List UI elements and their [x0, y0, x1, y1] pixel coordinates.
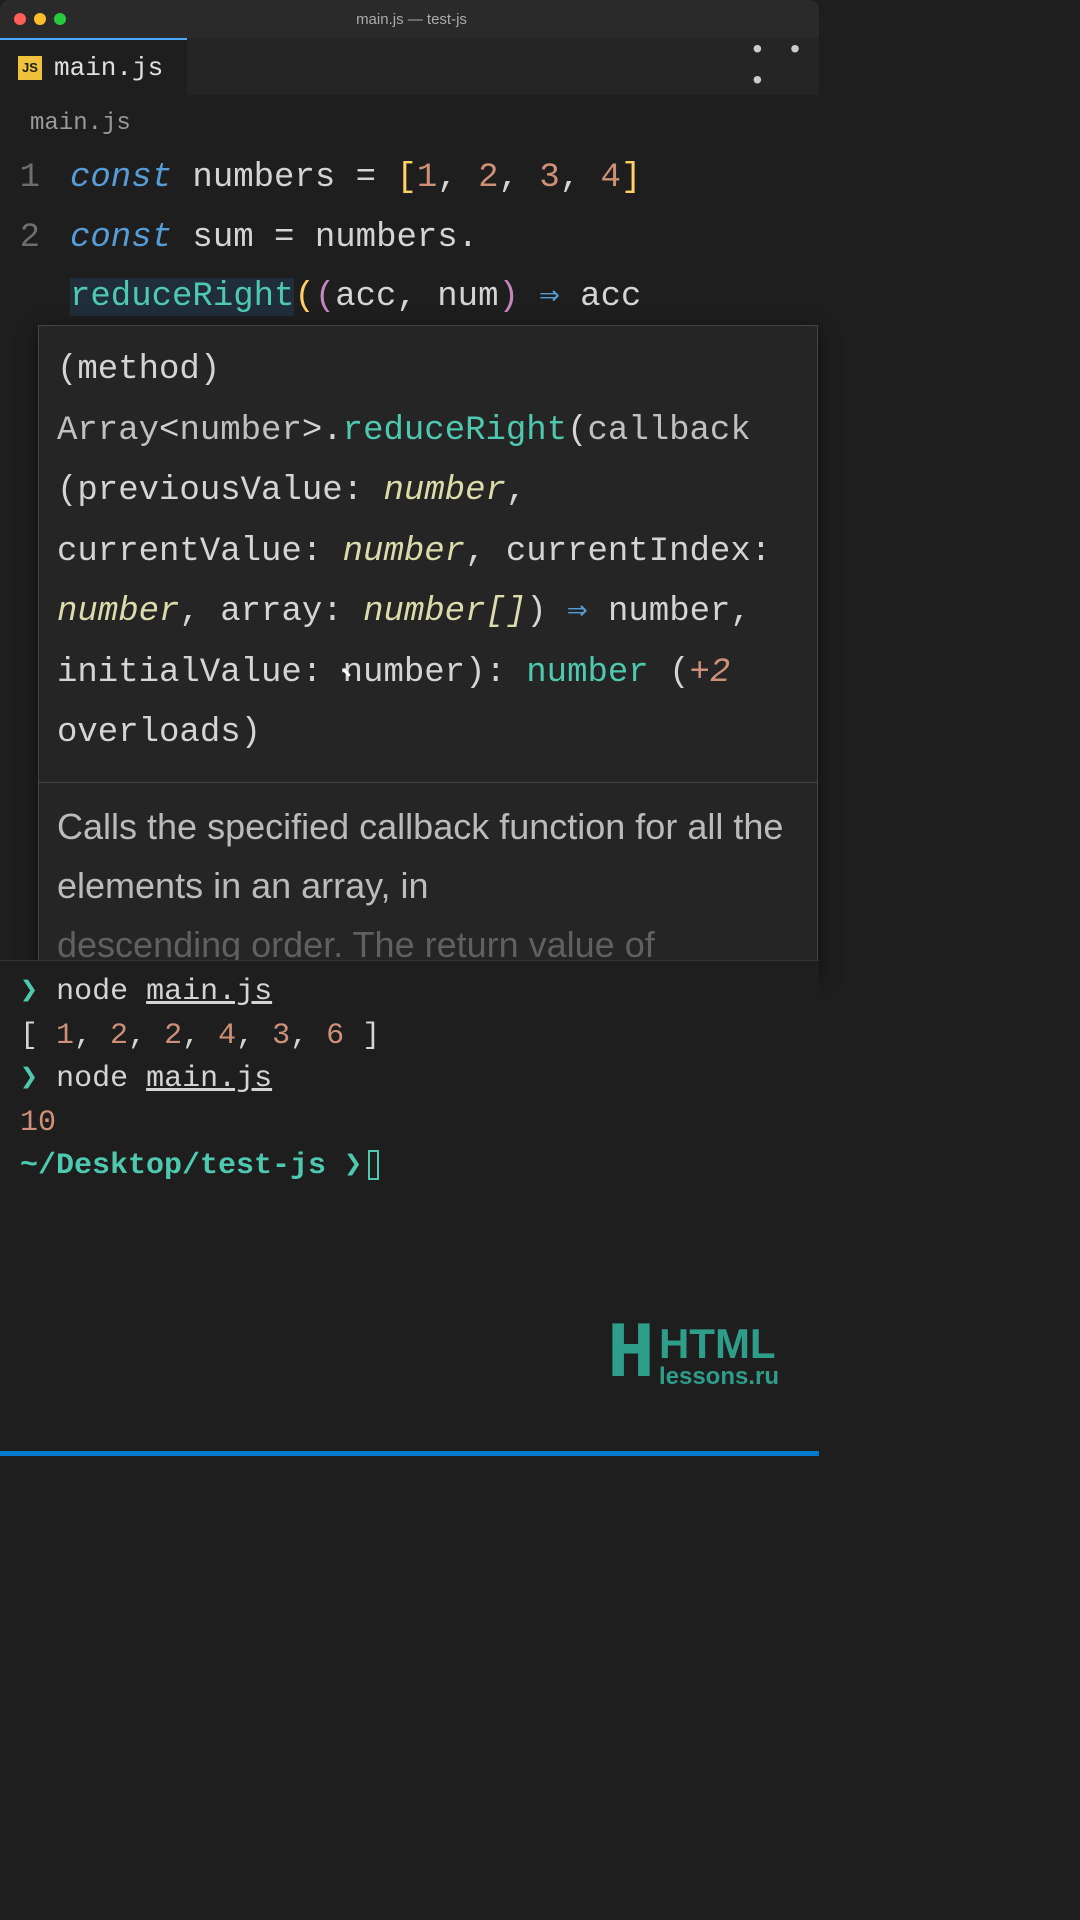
code-token: (	[315, 278, 335, 316]
signature-token: +2	[690, 654, 731, 692]
hover-signature: (method) Array<number>.reduceRight(callb…	[39, 326, 817, 782]
line-number: 1	[0, 149, 70, 209]
window-title: main.js — test-js	[66, 11, 757, 28]
code-token	[519, 278, 539, 316]
code-token: = numbers.	[274, 219, 478, 257]
code-line[interactable]: 1const numbers = [1, 2, 3, 4]	[0, 149, 819, 209]
signature-token: (method)	[57, 351, 220, 389]
code-content[interactable]: const numbers = [1, 2, 3, 4]	[70, 149, 819, 209]
terminal-output: [ 1, 2, 2, 4, 3, 6 ]	[20, 1019, 380, 1053]
code-token: )	[498, 278, 518, 316]
signature-token: <	[159, 412, 179, 450]
terminal-cwd: ~/Desktop/test-js	[20, 1149, 344, 1183]
code-token: acc, num	[335, 278, 498, 316]
signature-token: number	[526, 654, 648, 692]
signature-token: (previousValue:	[57, 472, 383, 510]
code-token: ]	[621, 159, 641, 197]
terminal-prompt-icon: ❯	[20, 1062, 38, 1096]
terminal-prompt-icon: ❯	[344, 1149, 362, 1183]
terminal-command: node	[56, 975, 146, 1009]
tab-overflow-button[interactable]: • • •	[749, 38, 819, 95]
signature-token: reduceRight	[343, 412, 567, 450]
close-window-button[interactable]	[14, 13, 26, 25]
code-token: numbers	[192, 159, 355, 197]
terminal-line: ~/Desktop/test-js ❯	[20, 1145, 799, 1189]
terminal-output: 10	[20, 1106, 56, 1140]
code-token: 2	[478, 159, 498, 197]
code-content[interactable]: const sum = numbers.	[70, 209, 819, 269]
code-token: reduceRight	[70, 278, 294, 316]
signature-token: , currentIndex:	[465, 533, 771, 571]
signature-token: number	[343, 533, 465, 571]
titlebar: main.js — test-js	[0, 0, 819, 38]
tabbar-fill	[187, 38, 749, 95]
code-line[interactable]: 2const sum = numbers.	[0, 209, 819, 269]
hover-description: Calls the specified callback function fo…	[39, 782, 817, 979]
code-token: ⇒	[539, 278, 559, 316]
code-token: ,	[437, 159, 478, 197]
terminal-filename: main.js	[146, 1062, 272, 1096]
terminal-line: 10	[20, 1102, 799, 1146]
watermark-title: HTML	[659, 1323, 779, 1365]
code-token: const	[70, 219, 192, 257]
terminal-filename: main.js	[146, 975, 272, 1009]
javascript-icon: JS	[18, 56, 42, 80]
maximize-window-button[interactable]	[54, 13, 66, 25]
signature-token: number[]	[363, 593, 526, 631]
hover-tooltip[interactable]: (method) Array<number>.reduceRight(callb…	[38, 325, 818, 980]
terminal-line: ❯ node main.js	[20, 971, 799, 1015]
watermark-subtitle: lessons.ru	[659, 1365, 779, 1389]
code-token: sum	[192, 219, 274, 257]
minimize-window-button[interactable]	[34, 13, 46, 25]
code-token: (	[294, 278, 314, 316]
signature-token: number	[383, 472, 505, 510]
terminal-line: [ 1, 2, 2, 4, 3, 6 ]	[20, 1015, 799, 1059]
terminal-prompt-icon: ❯	[20, 975, 38, 1009]
code-token: 4	[601, 159, 621, 197]
code-content[interactable]: reduceRight((acc, num) ⇒ acc	[70, 268, 819, 328]
tab-label: main.js	[54, 53, 163, 83]
hover-description-text: Calls the specified callback function fo…	[57, 797, 799, 916]
breadcrumb-file: main.js	[30, 110, 131, 137]
signature-token: overloads)	[57, 714, 261, 752]
tab-bar: JS main.js • • •	[0, 38, 819, 96]
terminal-cursor[interactable]	[368, 1150, 379, 1180]
editor[interactable]: 1const numbers = [1, 2, 3, 4]2const sum …	[0, 145, 819, 328]
signature-token: number	[179, 412, 301, 450]
tab-main-js[interactable]: JS main.js	[0, 38, 187, 95]
signature-token: , array:	[179, 593, 363, 631]
code-token: 1	[417, 159, 437, 197]
line-number	[0, 268, 70, 328]
status-bar[interactable]	[0, 1451, 819, 1456]
code-token: =	[356, 159, 397, 197]
signature-token: Array	[57, 412, 159, 450]
code-token: [	[396, 159, 416, 197]
code-token: ,	[560, 159, 601, 197]
signature-token: number	[57, 593, 179, 631]
code-token: const	[70, 159, 192, 197]
signature-token: (	[649, 654, 690, 692]
signature-token: >.	[302, 412, 343, 450]
traffic-lights	[14, 13, 66, 25]
terminal-line: ❯ node main.js	[20, 1058, 799, 1102]
signature-token: callback	[588, 412, 751, 450]
line-number: 2	[0, 209, 70, 269]
signature-token: ⇒	[567, 593, 587, 631]
watermark-text: HTML lessons.ru	[659, 1323, 779, 1389]
code-token: acc	[560, 278, 662, 316]
watermark: H HTML lessons.ru	[607, 1316, 779, 1396]
terminal-command: node	[56, 1062, 146, 1096]
code-token: 3	[539, 159, 559, 197]
signature-token: (	[567, 412, 587, 450]
code-token: ,	[499, 159, 540, 197]
watermark-logo-icon: H	[607, 1316, 647, 1396]
code-line[interactable]: reduceRight((acc, num) ⇒ acc	[0, 268, 819, 328]
signature-token: )	[526, 593, 567, 631]
breadcrumb[interactable]: main.js	[0, 96, 819, 145]
